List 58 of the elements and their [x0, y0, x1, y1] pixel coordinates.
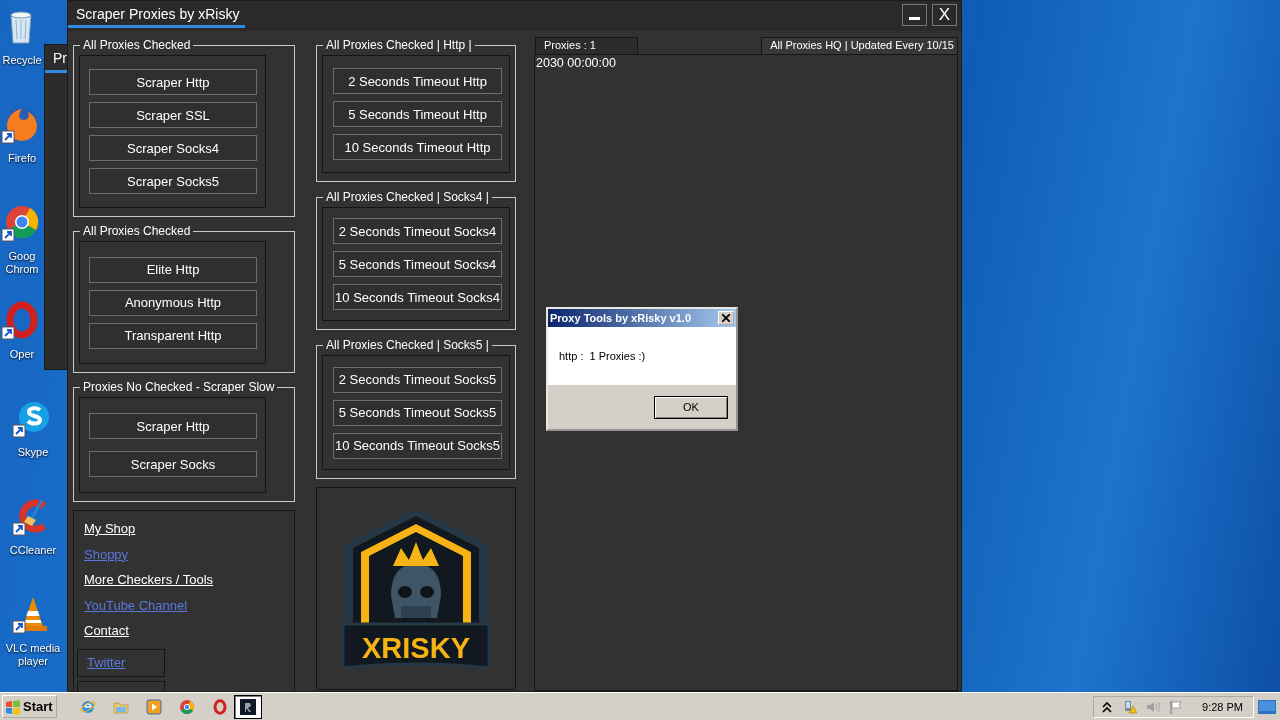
scraper-button[interactable]: 10 Seconds Timeout Socks4: [333, 284, 502, 310]
link[interactable]: My Shop: [84, 521, 136, 536]
icon-label[interactable]: Goog Chrom: [0, 250, 44, 276]
scraper-button[interactable]: 5 Seconds Timeout Socks5: [333, 399, 502, 426]
flag-icon[interactable]: [1169, 699, 1184, 714]
scraper-button[interactable]: 2 Seconds Timeout Socks4: [333, 218, 502, 244]
window-title: Scraper Proxies by xRisky: [68, 1, 246, 28]
tab[interactable]: All Proxies HQ | Updated Every 10/15: [761, 37, 958, 54]
scraper-button[interactable]: 5 Seconds Timeout Http: [333, 101, 502, 127]
icon-label[interactable]: Skype: [17, 446, 49, 459]
scraper-button[interactable]: Scraper Http: [89, 69, 257, 95]
scraper-button[interactable]: Scraper Socks4: [89, 135, 257, 161]
scraper-button[interactable]: Scraper Socks5: [89, 168, 257, 194]
scraper-button[interactable]: Transparent Http: [89, 322, 257, 349]
ok-button[interactable]: OK: [654, 395, 728, 419]
dialog-message: http : 1 Proxies :): [559, 350, 646, 362]
windows-flag-icon: [5, 698, 21, 715]
minimize-icon: [909, 16, 920, 20]
dialog-title: Proxy Tools by xRisky v1.0: [550, 312, 692, 324]
scraper-button[interactable]: Elite Http: [89, 256, 257, 283]
group-title: All Proxies Checked | Http |: [325, 39, 473, 52]
icon-label[interactable]: Firefo: [7, 152, 37, 165]
icon-label[interactable]: Recycle: [2, 54, 42, 67]
scraper-button[interactable]: Scraper SSL: [89, 102, 257, 128]
play-icon: [145, 698, 162, 715]
scraper-button[interactable]: 2 Seconds Timeout Http: [333, 68, 502, 94]
taskbar-button[interactable]: [234, 694, 262, 719]
logo-text: XRISKY: [362, 631, 470, 664]
group-title: Proxies No Checked - Scraper Slow: [82, 381, 276, 394]
group-title: All Proxies Checked: [82, 225, 192, 238]
scraper-button[interactable]: Scraper Http: [89, 413, 257, 439]
scraper-button[interactable]: 10 Seconds Timeout Socks5: [333, 432, 502, 459]
ring-icon: [211, 698, 228, 715]
link[interactable]: Contact: [84, 623, 129, 638]
icon-label[interactable]: Oper: [9, 348, 35, 361]
start-button[interactable]: Start: [2, 695, 57, 718]
network-warning-icon[interactable]: [1123, 699, 1138, 714]
icon-label[interactable]: VLC media player: [0, 642, 66, 668]
close-button[interactable]: X: [932, 4, 957, 26]
show-desktop-icon[interactable]: [1258, 698, 1276, 715]
group-title: All Proxies Checked: [82, 39, 192, 52]
circle-logo-icon: [178, 698, 195, 715]
icon-label[interactable]: CCleaner: [9, 544, 57, 557]
close-icon: [722, 314, 730, 322]
app-icon: [240, 698, 256, 715]
group-title: All Proxies Checked | Socks4 |: [325, 191, 490, 204]
scraper-button[interactable]: 2 Seconds Timeout Socks5: [333, 366, 502, 393]
tab[interactable]: Proxies : 1: [535, 37, 638, 54]
globe-icon: [79, 698, 96, 715]
minimize-button[interactable]: [902, 4, 927, 26]
close-button[interactable]: [718, 311, 734, 325]
group-title: All Proxies Checked | Socks5 |: [325, 339, 490, 352]
scraper-button[interactable]: Anonymous Http: [89, 289, 257, 316]
clock[interactable]: 9:28 PM: [1202, 700, 1243, 713]
scraper-button[interactable]: 5 Seconds Timeout Socks4: [333, 251, 502, 277]
scraper-button[interactable]: 10 Seconds Timeout Http: [333, 134, 502, 160]
scraper-button[interactable]: Scraper Socks: [89, 451, 257, 477]
link[interactable]: More Checkers / Tools: [84, 572, 214, 587]
